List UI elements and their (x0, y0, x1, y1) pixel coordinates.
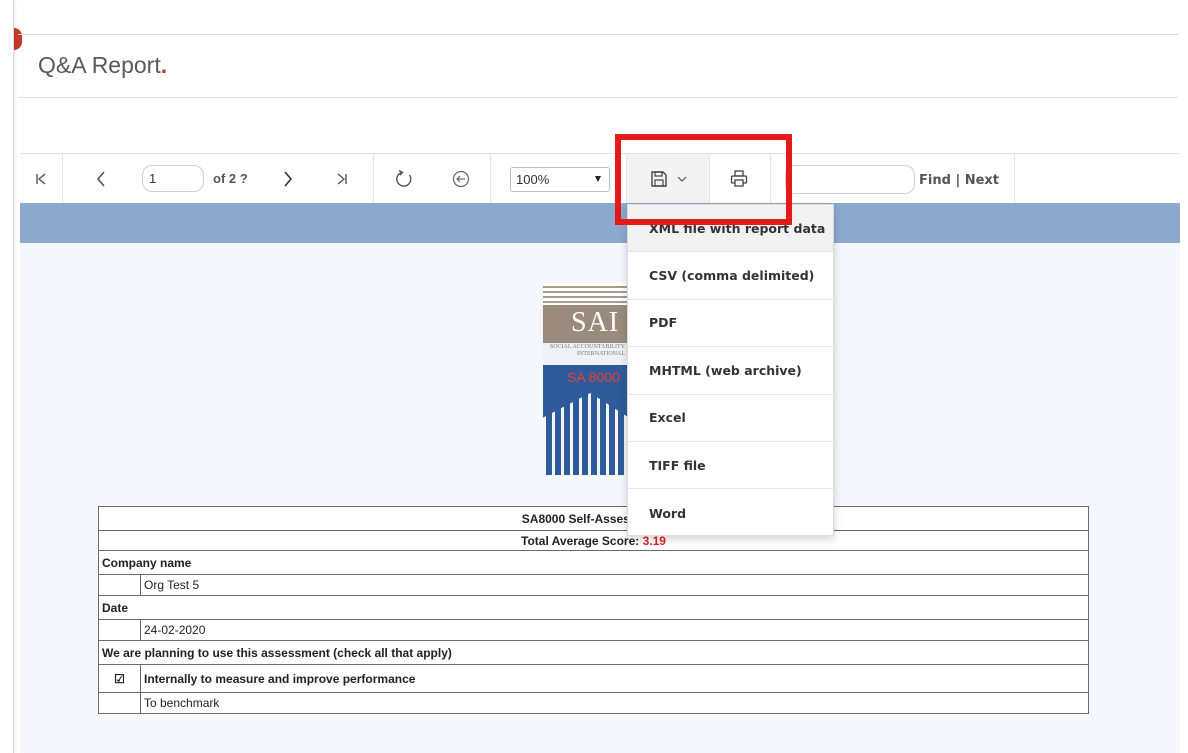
toolbar-separator (1014, 154, 1015, 204)
checkbox-checked-icon: ☑ (98, 664, 141, 693)
find-link[interactable]: Find (919, 173, 951, 188)
table-row: SA8000 Self-Assessment (98, 506, 1089, 531)
table-row: We are planning to use this assessment (… (98, 640, 1089, 665)
usage-option-1: Internally to measure and improve perfor… (140, 664, 1089, 693)
table-row: Company name (98, 550, 1089, 575)
refresh-icon (396, 169, 412, 187)
left-panel-edge (0, 0, 14, 753)
indent-cell (98, 692, 141, 714)
back-to-parent-button[interactable] (444, 154, 478, 204)
page-number-input[interactable]: 1 (142, 165, 204, 192)
table-row: Date (98, 595, 1089, 620)
toolbar-separator (373, 154, 374, 204)
date-value: 24-02-2020 (140, 619, 1089, 641)
toolbar-separator (490, 154, 491, 204)
usage-label: We are planning to use this assessment (… (98, 640, 1089, 665)
page-title: Q&A Report. (38, 52, 168, 78)
logo-tagline: SOCIAL ACCOUNTABILITY INTERNATIONAL (543, 343, 629, 365)
title-divider (18, 97, 1178, 98)
usage-option-2: To benchmark (140, 692, 1089, 714)
last-page-icon (337, 173, 347, 185)
report-viewer-window: Q&A Report. 1 of 2 ? 100% Find | Next SA… (0, 0, 1188, 753)
sai-logo: SAI SOCIAL ACCOUNTABILITY INTERNATIONAL … (543, 283, 629, 475)
find-text-input[interactable] (785, 165, 915, 194)
back-icon (452, 170, 470, 188)
report-toolbar: 1 of 2 ? 100% Find | Next (20, 153, 1180, 204)
score-label: Total Average Score: (521, 533, 640, 548)
menu-item-pdf[interactable]: PDF (628, 300, 833, 348)
find-links: Find | Next (919, 173, 999, 188)
table-row: To benchmark (98, 692, 1089, 714)
logo-lines (543, 283, 629, 305)
date-label: Date (98, 595, 1089, 620)
logo-text: SAI (571, 307, 620, 338)
menu-item-mhtml[interactable]: MHTML (web archive) (628, 347, 833, 395)
table-row: Org Test 5 (98, 574, 1089, 596)
indent-cell (98, 619, 141, 641)
red-accent-mark (14, 28, 22, 50)
report-header-band (20, 203, 1180, 243)
find-separator: | (955, 173, 961, 188)
indent-cell (98, 574, 141, 596)
report-table: SA8000 Self-Assessment Total Average Sco… (98, 506, 1089, 714)
zoom-value: 100% (516, 172, 550, 187)
company-value: Org Test 5 (140, 574, 1089, 596)
menu-item-tiff[interactable]: TIFF file (628, 442, 833, 490)
refresh-button[interactable] (388, 154, 420, 204)
logo-building-graphic (543, 393, 629, 475)
export-format-menu: XML file with report data CSV (comma del… (627, 204, 834, 536)
logo-blue-block: SA 8000 (543, 365, 629, 475)
first-page-icon (36, 173, 46, 185)
toolbar-separator (62, 154, 63, 204)
menu-item-csv[interactable]: CSV (comma delimited) (628, 252, 833, 300)
menu-item-word[interactable]: Word (628, 489, 833, 536)
first-page-button[interactable] (20, 154, 62, 204)
dropdown-caret-icon (595, 176, 601, 182)
next-page-icon (284, 171, 293, 187)
logo-sa8000-text: SA 8000 (567, 369, 620, 385)
next-page-button[interactable] (273, 154, 303, 204)
last-page-button[interactable] (325, 154, 359, 204)
company-label: Company name (98, 550, 1089, 575)
next-link[interactable]: Next (965, 173, 999, 188)
top-divider (18, 34, 1178, 35)
score-cell: Total Average Score: 3.19 (98, 530, 1089, 551)
table-row: ☑ Internally to measure and improve perf… (98, 664, 1089, 693)
table-row: Total Average Score: 3.19 (98, 530, 1089, 551)
prev-page-icon (96, 171, 105, 187)
logo-brown-block: SAI (543, 305, 629, 343)
prev-page-button[interactable] (86, 154, 116, 204)
table-row: 24-02-2020 (98, 619, 1089, 641)
zoom-select[interactable]: 100% (510, 167, 610, 192)
report-title: SA8000 Self-Assessment (98, 506, 1089, 531)
annotation-highlight-box (615, 134, 792, 225)
menu-item-excel[interactable]: Excel (628, 395, 833, 442)
page-count-label: of 2 ? (213, 171, 248, 186)
